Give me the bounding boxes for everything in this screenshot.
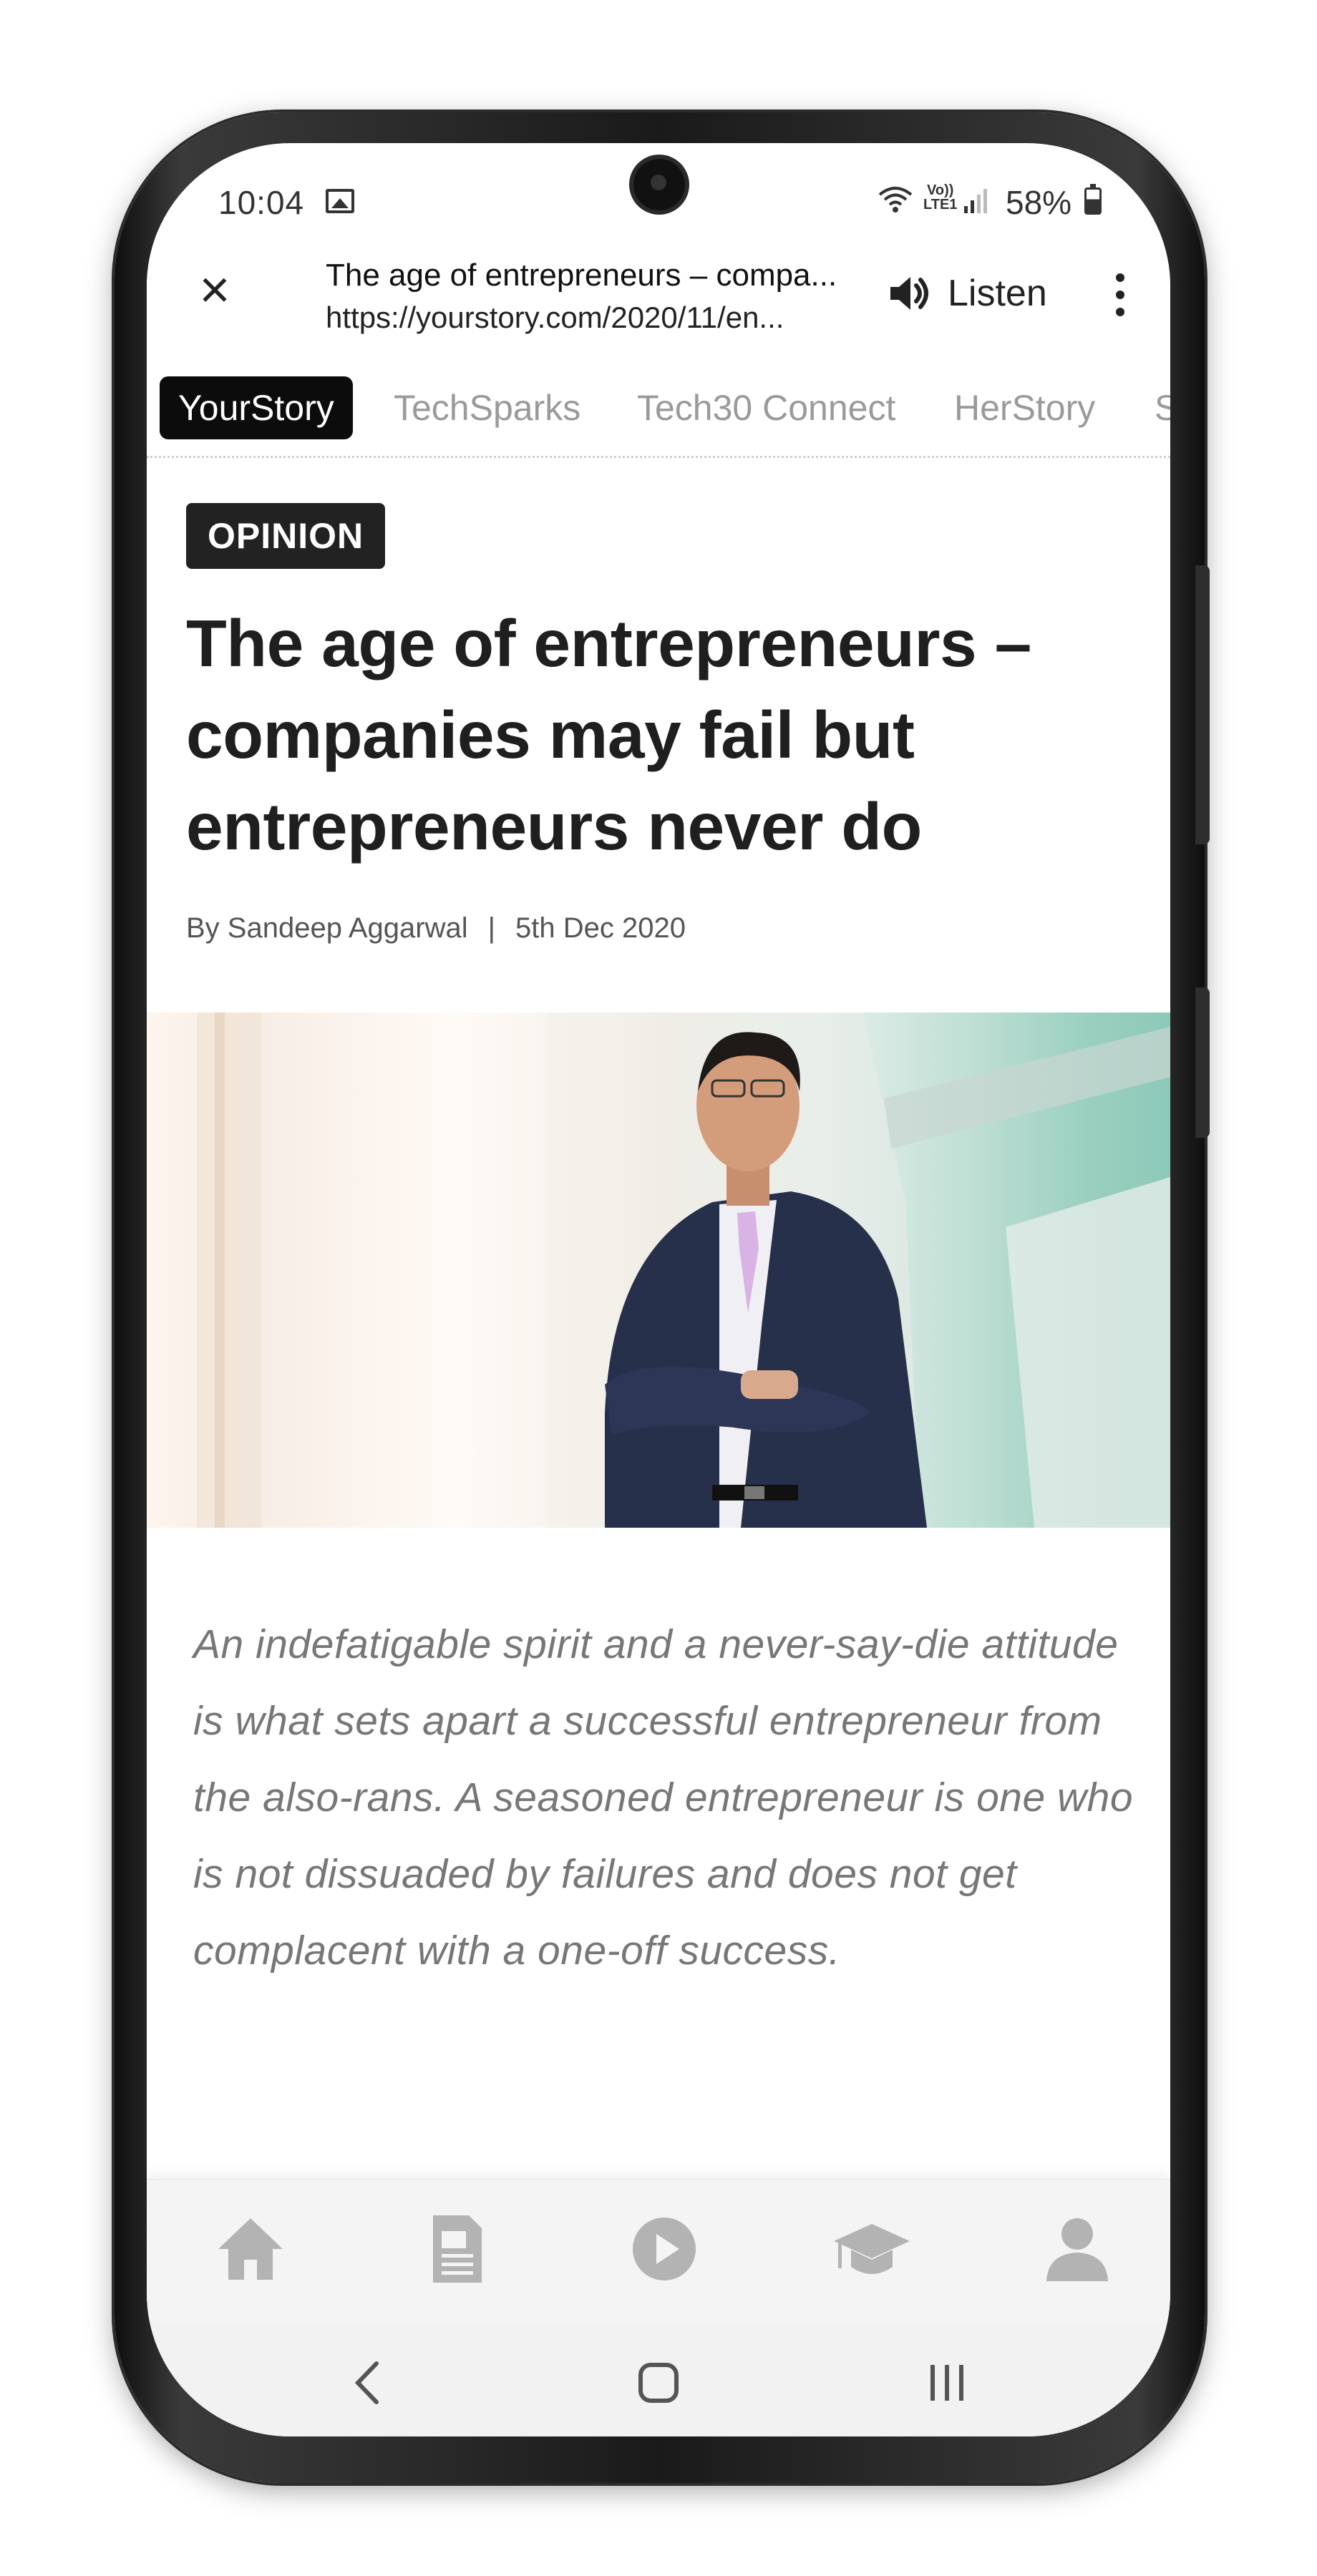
- author-name[interactable]: By Sandeep Aggarwal: [186, 912, 468, 945]
- browser-toolbar: × The age of entrepreneurs – compa... ht…: [147, 229, 1170, 351]
- more-options-icon[interactable]: [1106, 266, 1134, 323]
- tab-techsparks[interactable]: TechSparks: [394, 376, 580, 439]
- signal-icon: [964, 189, 987, 213]
- tab-herstory[interactable]: HerStory: [954, 376, 1095, 439]
- tab-next[interactable]: S: [1155, 376, 1170, 439]
- close-icon[interactable]: ×: [186, 261, 243, 318]
- recent-apps-icon[interactable]: [915, 2351, 979, 2415]
- page-title: The age of entrepreneurs – compa...: [326, 258, 837, 293]
- gallery-notification-icon: [326, 189, 354, 213]
- wifi-icon: [878, 187, 913, 213]
- system-navigation-bar: [147, 2322, 1170, 2436]
- page-url[interactable]: https://yourstory.com/2020/11/en...: [326, 301, 870, 335]
- front-camera: [633, 159, 685, 210]
- article-headline: The age of entrepreneurs – companies may…: [186, 606, 1031, 864]
- volume-button: [1195, 565, 1210, 844]
- speaker-icon: [890, 277, 928, 310]
- document-icon[interactable]: [417, 2210, 496, 2288]
- tab-tech30-connect[interactable]: Tech30 Connect: [637, 376, 895, 439]
- category-tabs: YourStory TechSparks Tech30 Connect HerS…: [147, 365, 1170, 458]
- businessman-photo: [197, 1013, 1170, 1528]
- bottom-navigation: [147, 2179, 1170, 2322]
- power-button: [1195, 987, 1210, 1138]
- status-time: 10:04: [218, 184, 305, 221]
- profile-icon[interactable]: [1038, 2210, 1117, 2288]
- battery-icon: [1084, 184, 1102, 215]
- screen: 10:04 Vo)) LTE1 58% × The age of entrepr…: [147, 143, 1170, 2436]
- back-icon[interactable]: [336, 2351, 401, 2415]
- tab-yourstory[interactable]: YourStory: [160, 376, 353, 439]
- graduation-cap-icon[interactable]: [832, 2210, 911, 2288]
- volte-label: Vo)): [927, 182, 954, 198]
- byline-separator: |: [487, 912, 496, 944]
- home-button-icon[interactable]: [626, 2351, 691, 2415]
- listen-label: Listen: [948, 273, 1047, 314]
- article-lede: An indefatigable spirit and a never-say-…: [193, 1621, 1134, 1974]
- play-icon[interactable]: [625, 2210, 704, 2288]
- battery-percentage: 58%: [1006, 184, 1072, 221]
- lte-label: LTE1: [923, 197, 958, 213]
- hero-image: [147, 1013, 1170, 1528]
- publish-date: 5th Dec 2020: [515, 912, 686, 944]
- category-badge[interactable]: OPINION: [186, 503, 386, 569]
- listen-button[interactable]: Listen: [888, 265, 1047, 322]
- volte-indicator: Vo)) LTE1: [923, 183, 957, 212]
- byline: By Sandeep Aggarwal | 5th Dec 2020: [186, 912, 686, 945]
- home-icon[interactable]: [211, 2210, 290, 2288]
